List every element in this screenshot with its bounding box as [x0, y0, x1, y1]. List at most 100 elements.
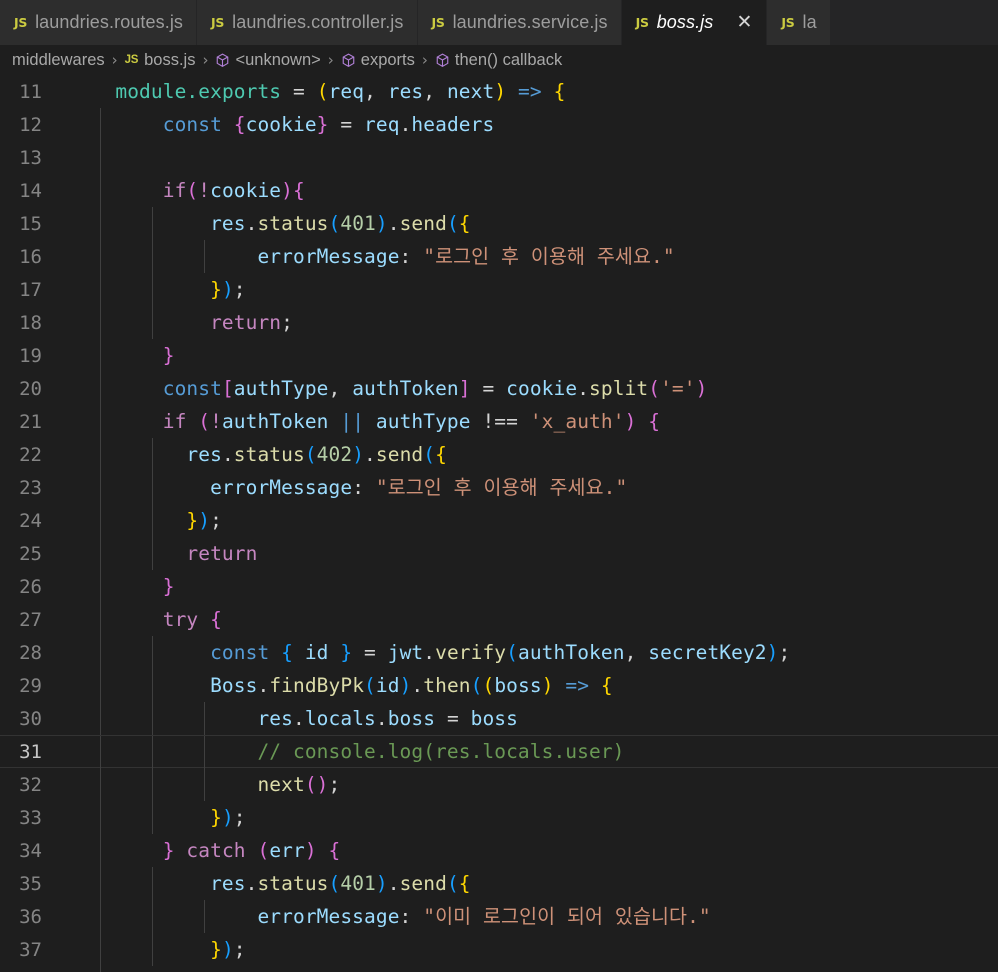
- code-token: (: [482, 674, 495, 697]
- breadcrumb-item--unknown-[interactable]: <unknown>: [215, 51, 321, 70]
- code-token: (: [423, 443, 436, 466]
- line-content: }: [68, 570, 998, 603]
- code-token: ): [221, 806, 234, 829]
- editor-tab-laundries-service-js[interactable]: JS laundries.service.js: [417, 0, 622, 45]
- line-content: }: [68, 966, 998, 972]
- code-line[interactable]: 29 Boss.findByPk(id).then((boss) => {: [0, 669, 998, 702]
- code-token: =>: [565, 674, 590, 697]
- code-token: cookie: [245, 113, 317, 136]
- code-line[interactable]: 36 errorMessage: "이미 로그인이 되어 있습니다.": [0, 900, 998, 933]
- code-line[interactable]: 21 if (!authToken || authType !== 'x_aut…: [0, 405, 998, 438]
- code-line[interactable]: 37 });: [0, 933, 998, 966]
- code-line[interactable]: 20 const[authType, authToken] = cookie.s…: [0, 372, 998, 405]
- indent-guides: [0, 141, 998, 174]
- code-token: errorMessage: [257, 245, 400, 268]
- editor-tab-laundries-controller-js[interactable]: JS laundries.controller.js: [197, 0, 418, 45]
- close-icon[interactable]: ✕: [735, 13, 753, 32]
- line-content: return;: [68, 306, 998, 339]
- line-number: 12: [19, 113, 42, 136]
- code-line[interactable]: 26 }: [0, 570, 998, 603]
- code-line[interactable]: 12 const {cookie} = req.headers: [0, 108, 998, 141]
- editor-tab-la[interactable]: JS la: [767, 0, 831, 45]
- code-token: split: [589, 377, 649, 400]
- code-line[interactable]: 23 errorMessage: "로그인 후 이용해 주세요.": [0, 471, 998, 504]
- code-line[interactable]: 28 const { id } = jwt.verify(authToken, …: [0, 636, 998, 669]
- breadcrumb-item-exports[interactable]: exports: [341, 51, 415, 70]
- code-line[interactable]: 32 next();: [0, 768, 998, 801]
- js-file-icon: JS: [14, 15, 28, 30]
- line-number: 29: [19, 674, 42, 697]
- code-token: ): [375, 872, 388, 895]
- code-token: "로그인 후 이용해 주세요.": [423, 245, 675, 268]
- line-content: res.locals.boss = boss: [68, 702, 998, 735]
- code-token: ): [352, 443, 365, 466]
- code-line[interactable]: 38 }: [0, 966, 998, 972]
- code-token: .: [423, 641, 436, 664]
- code-token: }: [162, 575, 175, 598]
- code-token: // console.log(res.locals.user): [257, 740, 625, 763]
- line-content: // console.log(res.locals.user): [68, 735, 998, 768]
- code-token: send: [399, 212, 447, 235]
- code-token: ): [375, 212, 388, 235]
- code-token: cookie: [210, 179, 282, 202]
- code-line[interactable]: 19 }: [0, 339, 998, 372]
- code-line[interactable]: 15 res.status(401).send({: [0, 207, 998, 240]
- code-line[interactable]: 35 res.status(401).send({: [0, 867, 998, 900]
- code-line[interactable]: 30 res.locals.boss = boss: [0, 702, 998, 735]
- code-line[interactable]: 16 errorMessage: "로그인 후 이용해 주세요.": [0, 240, 998, 273]
- code-line[interactable]: 18 return;: [0, 306, 998, 339]
- breadcrumb-item-boss-js[interactable]: JS boss.js: [125, 51, 196, 70]
- code-token: id: [375, 674, 400, 697]
- code-line[interactable]: 33 });: [0, 801, 998, 834]
- code-line[interactable]: 11 module.exports = (req, res, next) => …: [0, 75, 998, 108]
- code-line[interactable]: 25 return: [0, 537, 998, 570]
- code-line[interactable]: 31 // console.log(res.locals.user): [0, 735, 998, 769]
- code-token: ;: [210, 509, 222, 532]
- breadcrumb-item-middlewares[interactable]: middlewares: [12, 51, 105, 70]
- code-token: (: [328, 872, 341, 895]
- code-token: 401: [340, 872, 376, 895]
- editor-tab-laundries-routes-js[interactable]: JS laundries.routes.js: [0, 0, 198, 45]
- line-number: 23: [19, 476, 42, 499]
- code-token: (: [328, 212, 341, 235]
- code-token: (: [506, 641, 518, 664]
- code-line[interactable]: 14 if(!cookie){: [0, 174, 998, 207]
- code-line[interactable]: 24 });: [0, 504, 998, 537]
- code-line[interactable]: 13: [0, 141, 998, 174]
- code-token: authToken: [518, 641, 625, 664]
- code-line[interactable]: 17 });: [0, 273, 998, 306]
- code-token: (: [198, 410, 211, 433]
- code-token: ;: [281, 311, 293, 334]
- code-token: .: [245, 872, 258, 895]
- code-editor[interactable]: 11 module.exports = (req, res, next) => …: [0, 75, 998, 972]
- editor-tab-boss-js[interactable]: JS boss.js ✕: [621, 0, 768, 45]
- editor-tab-bar: JS laundries.routes.js JS laundries.control…: [0, 0, 998, 45]
- code-token: if: [162, 179, 187, 202]
- code-token: .: [387, 212, 400, 235]
- code-line[interactable]: 22 res.status(402).send({: [0, 438, 998, 471]
- line-content: next();: [68, 768, 998, 801]
- code-line[interactable]: 34 } catch (err) {: [0, 834, 998, 867]
- code-token: ): [399, 674, 412, 697]
- breadcrumb-separator: ›: [111, 51, 118, 69]
- code-token: (: [470, 674, 483, 697]
- breadcrumb-item-then-callback[interactable]: then() callback: [435, 51, 562, 70]
- js-file-icon: JS: [635, 15, 649, 30]
- code-token: boss: [470, 707, 518, 730]
- code-line[interactable]: 27 try {: [0, 603, 998, 636]
- code-token: catch: [186, 839, 246, 862]
